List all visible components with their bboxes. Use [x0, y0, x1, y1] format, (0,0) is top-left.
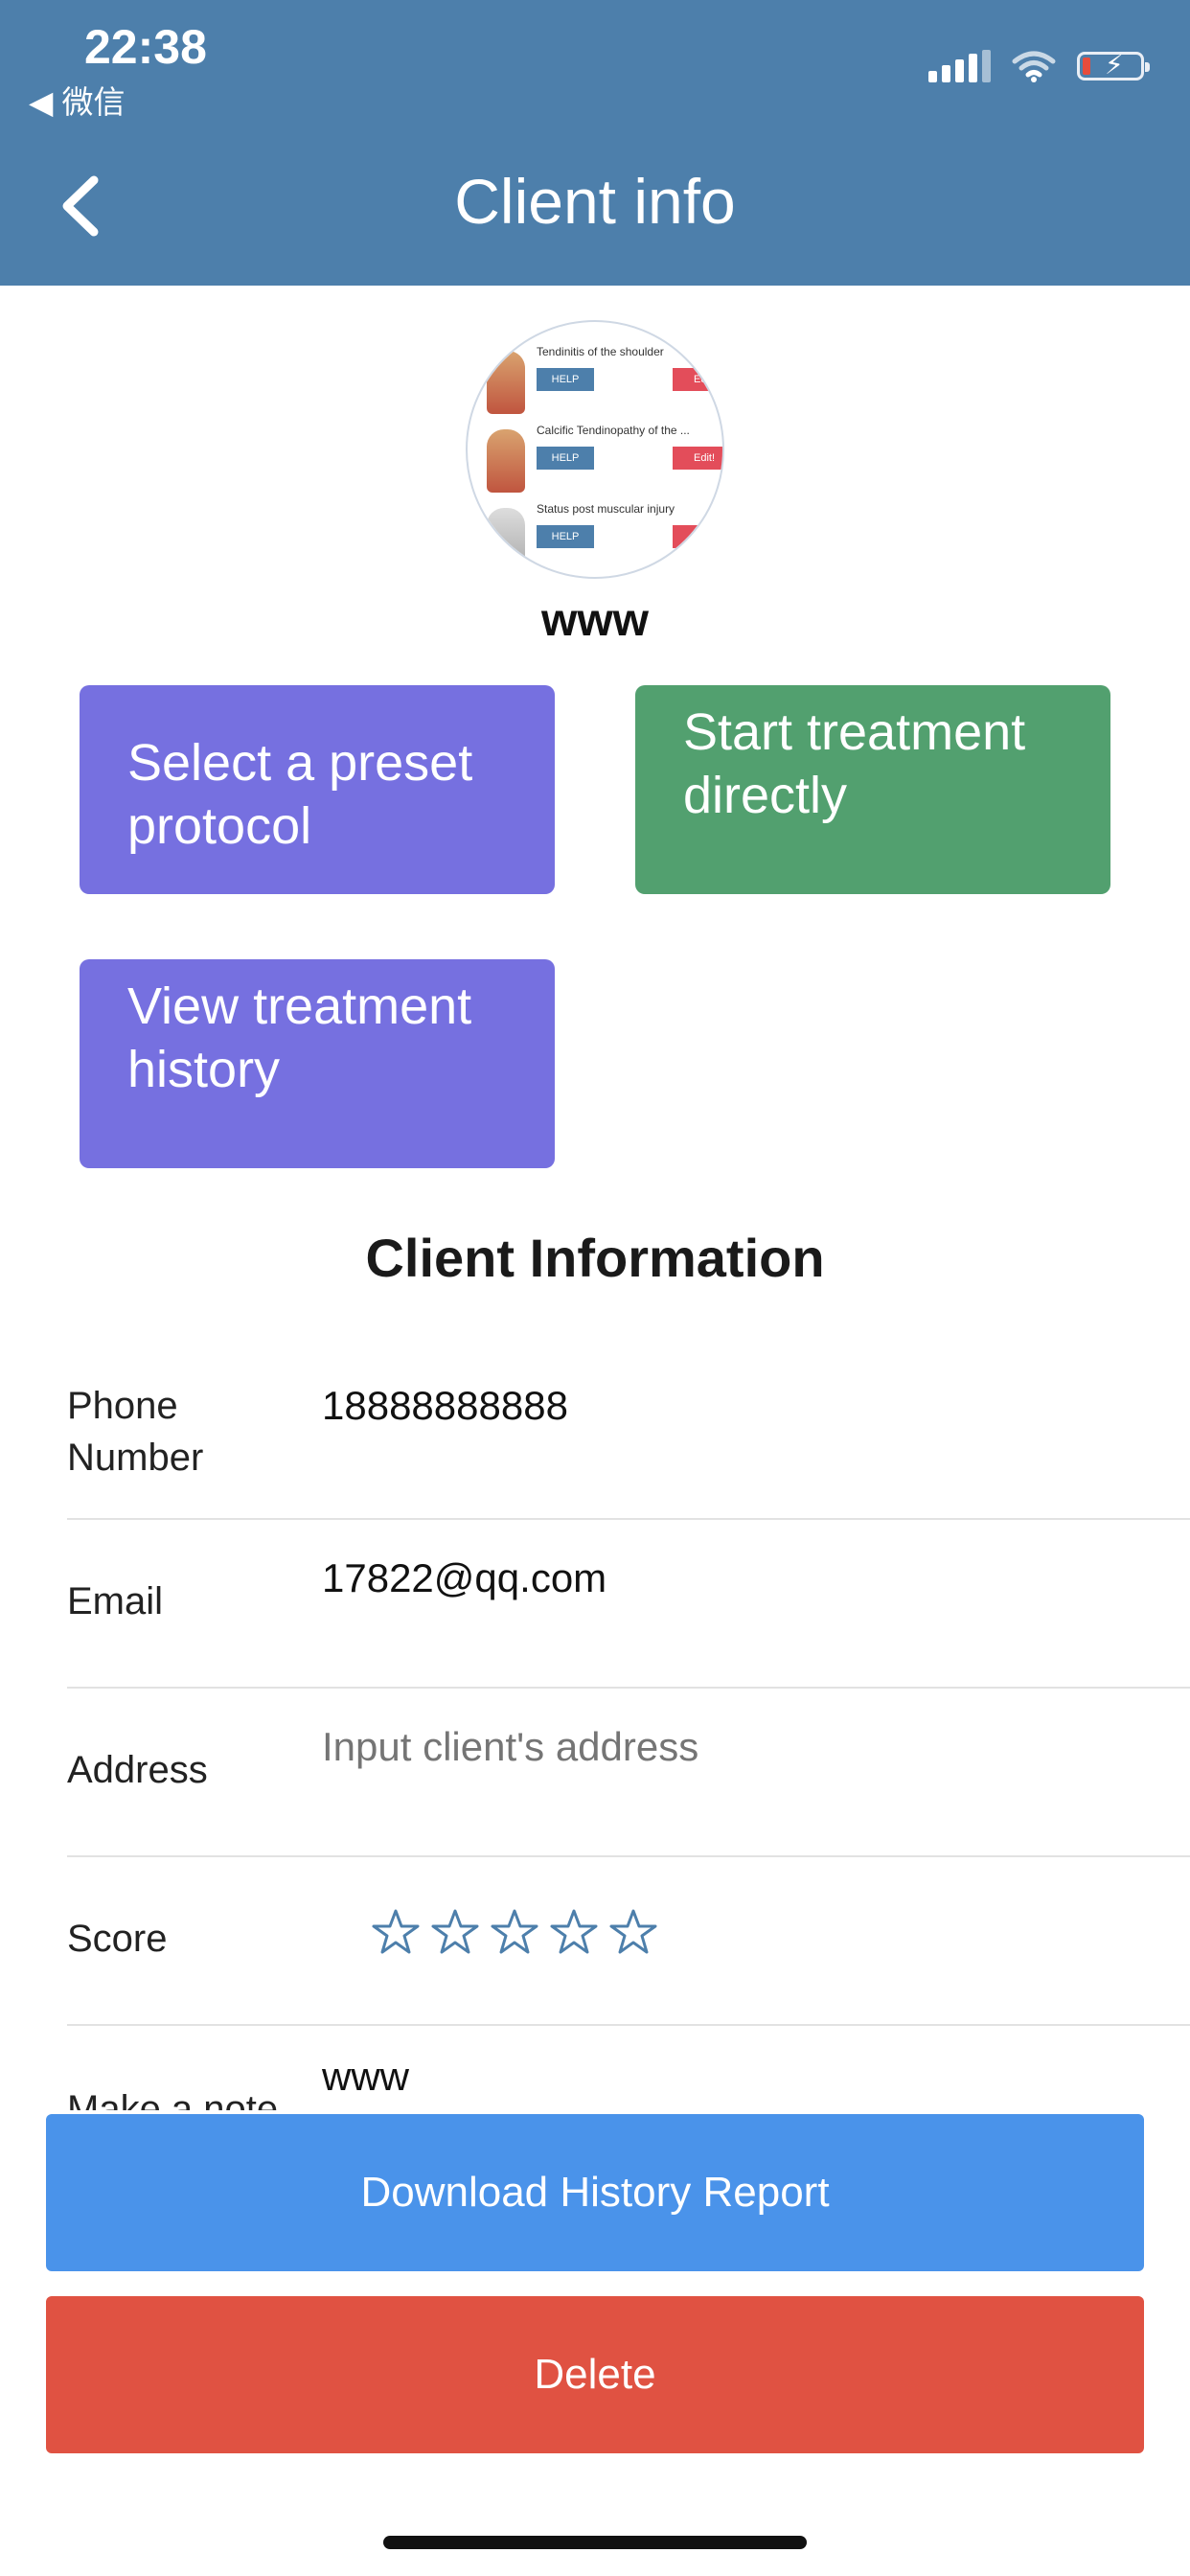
email-label: Email [67, 1580, 164, 1622]
section-title: Client Information [365, 1228, 825, 1288]
star-icon[interactable] [491, 1908, 538, 1956]
address-input[interactable] [322, 1721, 1088, 1773]
body-figure-image [487, 351, 525, 414]
avatar-row-text: Tendinitis of the shoulder [537, 345, 664, 358]
avatar-help-label: HELP [537, 447, 594, 470]
star-icon[interactable] [609, 1908, 657, 1956]
email-row: Email 17822@qq.com [67, 1518, 1190, 1689]
address-label: Address [67, 1749, 208, 1791]
score-rating[interactable] [372, 1908, 657, 1956]
signal-icon [928, 50, 991, 82]
select-preset-protocol-button[interactable]: Select a preset protocol [80, 685, 555, 894]
client-name: www [540, 595, 649, 646]
address-row: Address [67, 1687, 1190, 1857]
phone-row: Phone Number 18888888888 [67, 1370, 1190, 1520]
email-value[interactable]: 17822@qq.com [322, 1552, 606, 1604]
phone-value[interactable]: 18888888888 [322, 1380, 568, 1432]
battery-icon: ⚡ [1077, 51, 1150, 80]
download-history-report-button[interactable]: Download History Report [46, 2114, 1144, 2271]
avatar-row: Calcific Tendinopathy of the ... HELP Ed… [487, 424, 722, 493]
view-treatment-history-button[interactable]: View treatment history [80, 959, 555, 1168]
score-label: Score [67, 1918, 168, 1960]
avatar-edit-label: Edit! [673, 447, 722, 470]
start-treatment-button[interactable]: Start treatment directly [635, 685, 1110, 894]
body-figure-image [487, 429, 525, 493]
back-to-wechat-link[interactable]: ◀ 微信 [29, 77, 126, 123]
avatar-help-label: HELP [537, 525, 594, 548]
app-header: 22:38 ◀ 微信 ⚡ Client info [0, 0, 1190, 286]
client-avatar[interactable]: Tendinitis of the shoulder HELP Edit! Ca… [466, 320, 724, 579]
body-figure-image [487, 508, 525, 571]
star-icon[interactable] [550, 1908, 598, 1956]
avatar-row-text: Calcific Tendinopathy of the ... [537, 424, 690, 437]
star-icon[interactable] [431, 1908, 479, 1956]
avatar-row: Tendinitis of the shoulder HELP Edit! [487, 345, 722, 414]
star-icon[interactable] [372, 1908, 420, 1956]
score-row: Score [67, 1855, 1190, 2026]
avatar-edit-label: Edit! [673, 368, 722, 391]
avatar-edit-label: Edit! [673, 525, 722, 548]
note-label: Make a note [67, 2088, 279, 2110]
status-icons: ⚡ [928, 50, 1150, 82]
phone-label: Phone Number [67, 1385, 204, 1479]
avatar-row: Status post muscular injury HELP Edit! [487, 502, 722, 571]
wifi-icon [1012, 51, 1056, 82]
home-indicator [383, 2536, 807, 2549]
avatar-help-label: HELP [537, 368, 594, 391]
status-time: 22:38 [84, 20, 207, 74]
note-value[interactable]: www [322, 2051, 409, 2103]
note-row: Make a note www [67, 2024, 1190, 2110]
avatar-row-text: Status post muscular injury [537, 502, 675, 516]
page-title: Client info [454, 166, 736, 237]
delete-button[interactable]: Delete [46, 2296, 1144, 2453]
